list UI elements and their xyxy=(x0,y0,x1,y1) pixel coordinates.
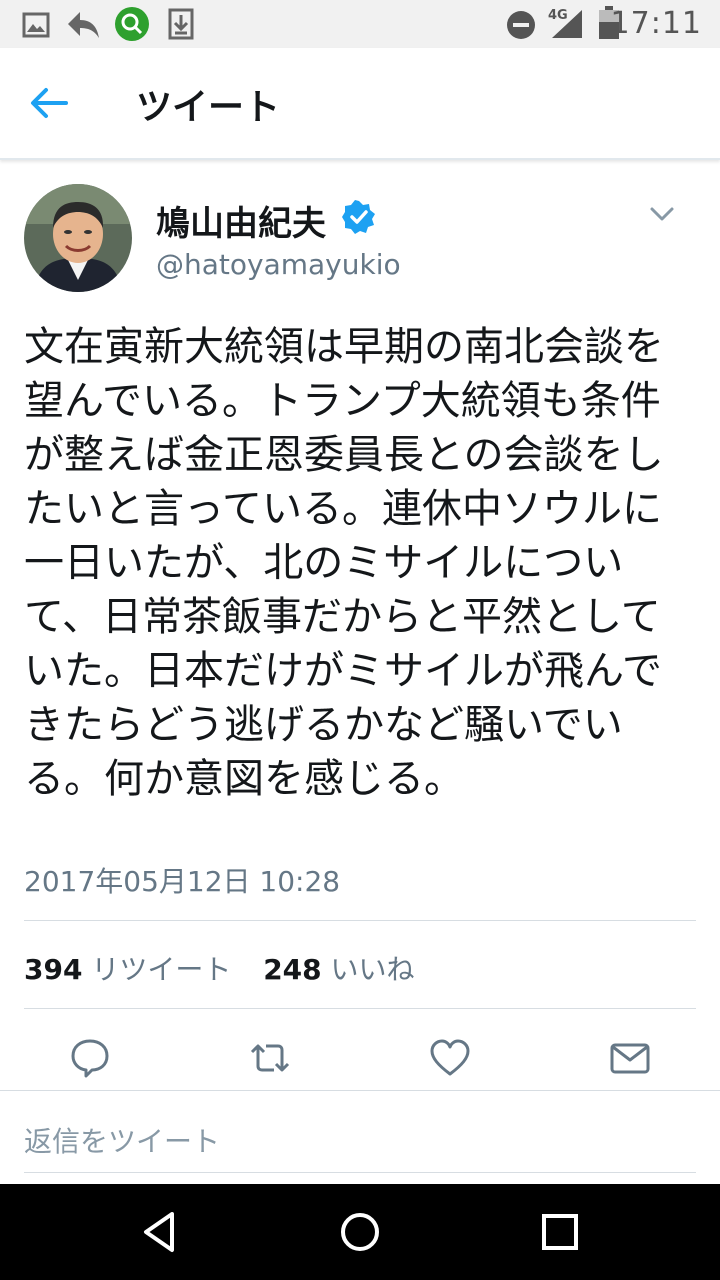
back-arrow-icon[interactable] xyxy=(24,78,74,128)
tweet-text: 文在寅新大統領は早期の南北会談を望んでいる。トランプ大統領も条件が整えば金正恩委… xyxy=(24,324,664,802)
app-header: ツイート xyxy=(0,48,720,160)
back-triangle-icon[interactable] xyxy=(132,1204,188,1260)
search-app-icon xyxy=(115,7,149,41)
download-icon xyxy=(168,8,194,40)
home-circle-icon[interactable] xyxy=(332,1204,388,1260)
retweet-icon[interactable] xyxy=(248,1036,292,1080)
signal-icon xyxy=(552,10,582,38)
divider xyxy=(0,1090,720,1091)
image-icon xyxy=(22,12,50,38)
direct-message-icon[interactable] xyxy=(608,1036,652,1080)
divider xyxy=(24,1172,696,1173)
user-handle[interactable]: @hatoyamayukio xyxy=(156,248,401,281)
tweet-timestamp: 2017年05月12日 10:28 xyxy=(24,865,341,898)
reply-arrow-icon xyxy=(68,12,99,38)
chevron-down-icon[interactable] xyxy=(646,200,678,228)
like-stat[interactable]: 248 いいね xyxy=(263,953,414,986)
retweet-count: 394 xyxy=(24,953,83,986)
heart-icon[interactable] xyxy=(428,1036,472,1080)
recents-square-icon[interactable] xyxy=(532,1204,588,1260)
avatar-image xyxy=(24,184,132,292)
avatar[interactable] xyxy=(24,184,132,292)
reply-icon[interactable] xyxy=(68,1036,112,1080)
divider xyxy=(24,920,696,921)
clock: 17:11 xyxy=(610,6,702,41)
like-label: いいね xyxy=(330,953,415,986)
divider xyxy=(24,1008,696,1009)
do-not-disturb-icon xyxy=(507,11,535,39)
like-count: 248 xyxy=(263,953,322,986)
reply-input[interactable]: 返信をツイート xyxy=(24,1120,220,1160)
status-bar: 4G 17:11 xyxy=(0,0,720,48)
retweet-stat[interactable]: 394 リツイート xyxy=(24,953,240,986)
engagement-stats: 394 リツイート 248 いいね xyxy=(24,948,415,988)
retweet-label: リツイート xyxy=(91,953,232,986)
system-navigation-bar xyxy=(0,1184,720,1280)
display-name[interactable]: 鳩山由紀夫 xyxy=(156,196,326,245)
page-title: ツイート xyxy=(136,87,281,128)
verified-badge-icon xyxy=(342,200,375,234)
